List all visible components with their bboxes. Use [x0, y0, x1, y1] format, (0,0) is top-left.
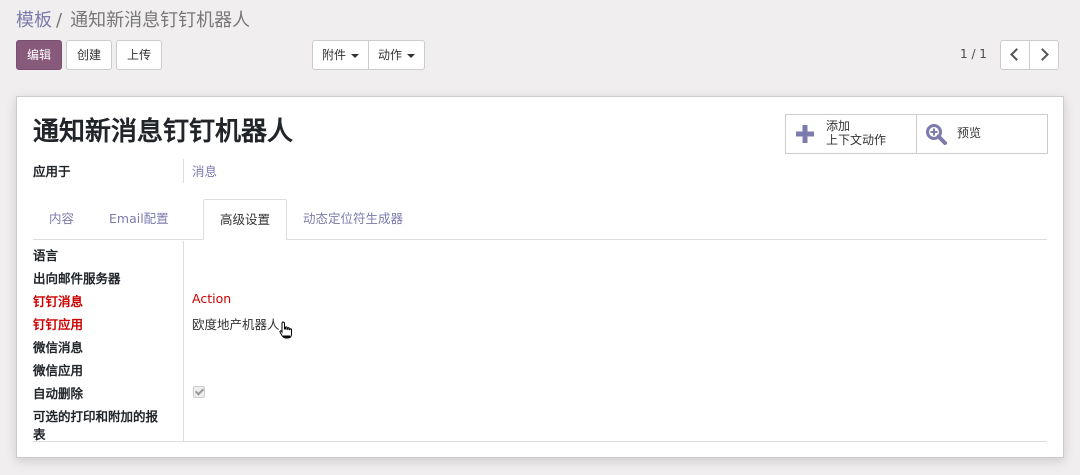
applies-to-label: 应用于 [33, 164, 71, 179]
breadcrumb-parent-link[interactable]: 模板 [16, 10, 52, 31]
create-button[interactable]: 创建 [66, 40, 112, 70]
action-dropdown-label: 动作 [377, 48, 402, 62]
preview-button[interactable]: 预览 [916, 115, 1047, 153]
field-label-report-line1: 可选的打印和附加的报 [33, 409, 159, 424]
field-label-auto-delete: 自动删除 [33, 386, 84, 401]
field-separator [183, 241, 184, 441]
upload-button[interactable]: 上传 [116, 40, 162, 70]
caret-down-icon [351, 53, 359, 58]
field-label-language: 语言 [33, 248, 59, 263]
breadcrumb: 模板 / 通知新消息钉钉机器人 [16, 9, 250, 33]
edit-button[interactable]: 编辑 [16, 40, 62, 70]
search-plus-icon [926, 124, 947, 145]
dingtalk-message-value[interactable]: Action [192, 291, 231, 306]
chevron-left-icon [1010, 48, 1023, 61]
chevron-right-icon [1036, 48, 1049, 61]
button-box: 添加 上下文动作 预览 [785, 114, 1048, 154]
applies-to-value-link[interactable]: 消息 [192, 161, 217, 180]
notebook-tabs: 内容 Email配置 高级设置 动态定位符生成器 [33, 199, 1047, 240]
pager-previous-button[interactable] [1000, 40, 1030, 70]
attachment-dropdown-button[interactable]: 附件 [312, 40, 369, 70]
caret-down-icon [407, 53, 415, 58]
form-sheet: 通知新消息钉钉机器人 添加 上下文动作 预览 应用于 消息 内容 Email配置… [16, 96, 1064, 458]
hand-cursor-icon [279, 321, 292, 339]
field-separator [183, 159, 184, 183]
control-panel: 模板 / 通知新消息钉钉机器人 编辑 创建 上传 附件 动作 1 / 1 [0, 0, 1080, 86]
breadcrumb-separator: / [56, 10, 63, 31]
field-label-dingtalk-message: 钉钉消息 [33, 294, 84, 309]
add-context-action-label-line2: 上下文动作 [826, 133, 887, 147]
tab-content[interactable]: 内容 [49, 199, 89, 239]
field-label-dingtalk-app: 钉钉应用 [33, 317, 84, 332]
tab-dynamic-placeholder[interactable]: 动态定位符生成器 [303, 199, 423, 239]
attachment-dropdown-label: 附件 [321, 48, 346, 62]
dingtalk-app-value[interactable]: 欧度地产机器人 [192, 314, 280, 333]
field-label-wechat-message: 微信消息 [33, 340, 84, 355]
tab-advanced-settings[interactable]: 高级设置 [203, 199, 287, 240]
pager-value[interactable]: 1 / 1 [960, 46, 987, 62]
tab-email-config[interactable]: Email配置 [109, 199, 189, 239]
field-label-outgoing-mail-server: 出向邮件服务器 [33, 271, 121, 286]
preview-label: 预览 [957, 126, 982, 140]
add-context-action-label-line1: 添加 [826, 119, 851, 133]
auto-delete-checkbox[interactable] [193, 386, 205, 398]
pager-next-button[interactable] [1029, 40, 1059, 70]
plus-icon [796, 125, 814, 143]
add-context-action-button[interactable]: 添加 上下文动作 [786, 115, 916, 153]
action-dropdown-button[interactable]: 动作 [368, 40, 425, 70]
section-divider [33, 441, 1047, 442]
record-title: 通知新消息钉钉机器人 [33, 117, 294, 147]
field-label-wechat-app: 微信应用 [33, 363, 84, 378]
breadcrumb-current: 通知新消息钉钉机器人 [70, 10, 251, 31]
